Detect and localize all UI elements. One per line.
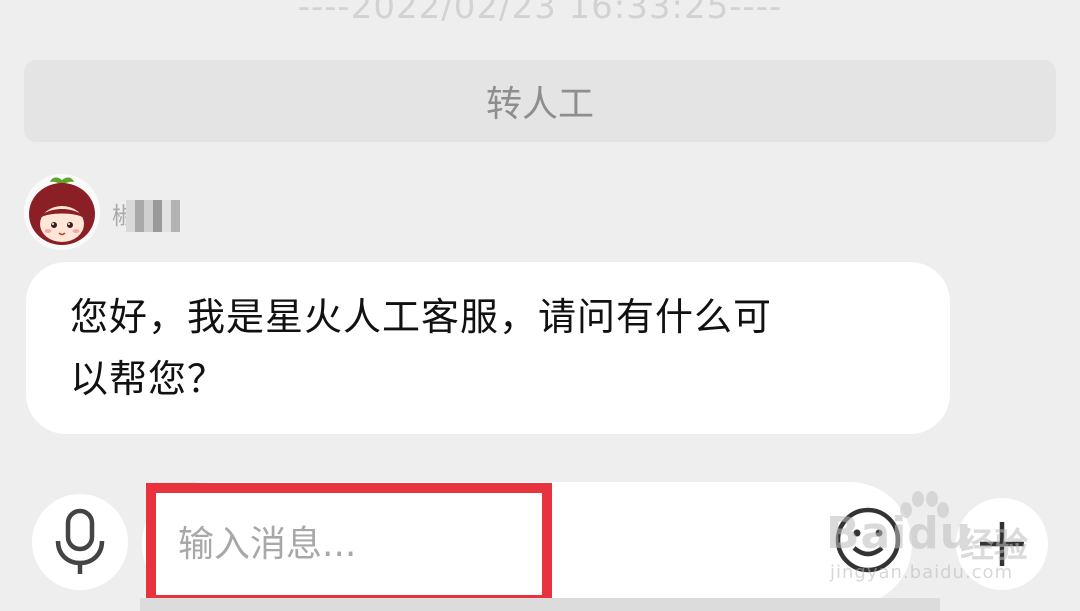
transfer-to-human-button[interactable]: 转人工	[24, 60, 1056, 142]
bottom-strip	[140, 598, 940, 611]
emoji-button[interactable]	[832, 504, 904, 576]
input-bar	[0, 470, 1080, 611]
message-text-line-2: 以帮您？	[70, 357, 227, 401]
plus-icon	[980, 522, 1024, 566]
voice-button[interactable]	[32, 494, 128, 590]
chat-timestamp: ----2022/02/23 16:33:25----	[297, 0, 783, 27]
message-text-line-1: 您好，我是星火人工客服，请问有什么可	[70, 295, 773, 339]
message-bubble: 您好，我是星火人工客服，请问有什么可 以帮您？	[26, 262, 950, 434]
message-input[interactable]	[146, 483, 552, 605]
microphone-icon	[55, 508, 105, 574]
agent-name-blur	[126, 200, 180, 232]
more-button[interactable]	[956, 498, 1048, 590]
smiley-icon	[835, 507, 901, 573]
agent-avatar[interactable]	[24, 174, 100, 250]
